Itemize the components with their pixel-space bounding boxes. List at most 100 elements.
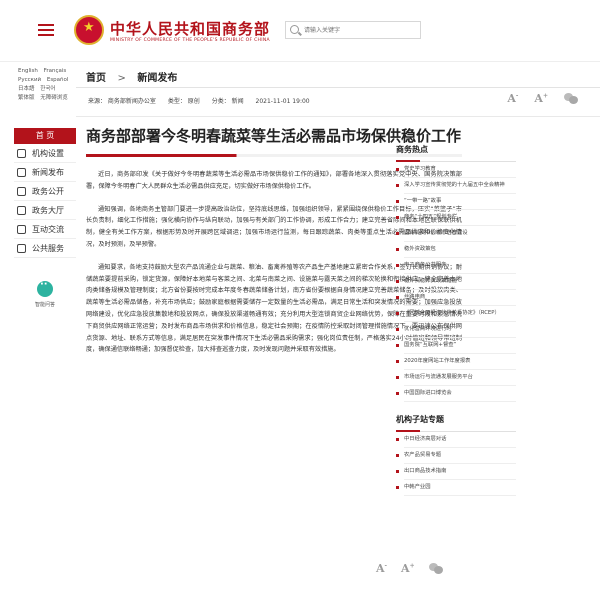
divider [404, 352, 516, 354]
list-item[interactable]: 中韩产业园 [396, 484, 516, 492]
meta-date: 2021-11-01 19:00 [255, 98, 310, 105]
list-item[interactable]: 深入学习宣传贯彻党的十九届五中全会精神 [396, 182, 516, 190]
article-tools: A- A+ [507, 92, 578, 105]
smart-qa[interactable]: 智能问答 [30, 279, 60, 308]
hall-icon [17, 205, 26, 215]
list-item[interactable]: 中日经济高层对话 [396, 436, 516, 444]
breadcrumb-current[interactable]: 新闻发布 [137, 73, 177, 84]
smart-qa-label: 智能问答 [34, 302, 55, 308]
list-item[interactable]: 优化营商环境进行时 [396, 326, 516, 334]
news-icon [17, 167, 26, 177]
lang-spanish[interactable]: Español [47, 76, 69, 85]
font-increase-icon[interactable]: A+ [401, 562, 415, 575]
language-links: English Français Русский Español 日本語 한국어… [18, 67, 78, 103]
divider [404, 494, 516, 496]
main-content: 首页 > 新闻发布 来源： 商务部新闻办公室 类型： 原创 分类： 新闻 202… [76, 62, 600, 590]
list-item[interactable]: 2020年度网站工作年度报表 [396, 358, 516, 366]
wechat-share-icon[interactable] [428, 563, 443, 574]
sidebar-item-label: 新闻发布 [32, 167, 64, 177]
lang-accessible[interactable]: 无障碍浏览 [40, 94, 68, 103]
search-input[interactable] [304, 24, 414, 36]
divider [404, 462, 516, 464]
lang-russian[interactable]: Русский [18, 76, 41, 85]
sidebar-item-gov-open[interactable]: 政务公开 [14, 182, 76, 201]
list-item[interactable]: 国际消费中心城市培育建设 [396, 230, 516, 238]
list-item[interactable]: 党史学习教育 [396, 166, 516, 174]
divider [76, 87, 600, 88]
divider [404, 304, 516, 306]
sidebar-item-hall[interactable]: 政务大厅 [14, 201, 76, 220]
national-emblem-logo[interactable] [74, 15, 104, 45]
sidebar-item-org[interactable]: 机构设置 [14, 144, 76, 163]
list-item[interactable]: 农产品贸易专题 [396, 452, 516, 460]
right-sidebar: 商务热点 党史学习教育 深入学习宣传贯彻党的十九届五中全会精神 “一带一路”故事 商务… [396, 76, 516, 500]
sidebar-item-service[interactable]: 公共服务 [14, 239, 76, 258]
article-tools-bottom: A- A+ [376, 562, 443, 575]
divider [404, 368, 516, 370]
list-item[interactable]: 稳外资政策包 [396, 246, 516, 254]
sidebar-item-chat[interactable]: 互动交流 [14, 220, 76, 239]
hot-topics-list: 党史学习教育 深入学习宣传贯彻党的十九届五中全会精神 “一带一路”故事 商务“十四五”… [396, 166, 516, 402]
sidebar-nav: 首 页 机构设置 新闻发布 政务公开 政务大厅 互动交流 公共服务 [14, 128, 76, 258]
feature-topics-list: 中日经济高层对话 农产品贸易专题 出口商品技术指南 中韩产业园 [396, 436, 516, 496]
hot-topics-title: 商务热点 [396, 145, 428, 154]
site-title[interactable]: 中华人民共和国商务部 [110, 18, 270, 39]
service-icon [17, 243, 26, 253]
breadcrumb-home[interactable]: 首页 [86, 73, 106, 84]
lang-french[interactable]: Français [44, 67, 67, 76]
list-item[interactable]: 丝路电商 [396, 294, 516, 302]
lang-korean[interactable]: 한국어 [40, 85, 55, 94]
divider [76, 116, 600, 117]
list-item[interactable]: 电子商务公共服务 [396, 262, 516, 270]
gov-open-icon [17, 186, 26, 196]
search-box[interactable] [285, 21, 421, 39]
list-item[interactable]: 《区域全面经济伙伴关系协定》（RCEP） [396, 310, 516, 318]
sidebar-item-news[interactable]: 新闻发布 [14, 163, 76, 182]
list-item[interactable]: 中国国际进口博览会 [396, 390, 516, 398]
chevron-right-icon: > [117, 73, 126, 84]
feature-topics-title: 机构子站专题 [396, 414, 444, 424]
divider [404, 446, 516, 448]
divider [404, 208, 516, 210]
divider [404, 320, 516, 322]
divider [404, 224, 516, 226]
font-increase-icon[interactable]: A+ [534, 92, 548, 105]
font-decrease-icon[interactable]: A- [376, 562, 387, 575]
org-icon [17, 148, 26, 158]
list-item[interactable]: 出口商品技术指南 [396, 468, 516, 476]
lang-japanese[interactable]: 日本語 [18, 85, 35, 94]
site-subtitle: MINISTRY OF COMMERCE OF THE PEOPLE'S REP… [110, 38, 270, 43]
sidebar-item-label: 机构设置 [32, 148, 64, 158]
divider [404, 400, 516, 402]
divider [404, 176, 516, 178]
divider [404, 192, 516, 194]
meta-source: 来源： 商务部新闻办公室 [88, 98, 156, 105]
sidebar-item-label: 公共服务 [32, 243, 64, 253]
lang-traditional[interactable]: 繁体版 [18, 94, 35, 103]
wechat-share-icon[interactable] [564, 93, 578, 104]
list-item[interactable]: 稳外贸稳外资政策措施 [396, 278, 516, 286]
divider [404, 478, 516, 480]
divider [404, 288, 516, 290]
list-item[interactable]: “一带一路”故事 [396, 198, 516, 206]
divider [404, 240, 516, 242]
sidebar-item-label: 政务大厅 [32, 205, 64, 215]
list-item[interactable]: 市场运行与流通发展服务平台 [396, 374, 516, 382]
chat-icon [17, 224, 26, 234]
sidebar-item-home[interactable]: 首 页 [14, 128, 76, 144]
breadcrumb: 首页 > 新闻发布 [86, 69, 177, 84]
sidebar-item-label: 互动交流 [32, 224, 64, 234]
article-meta: 来源： 商务部新闻办公室 类型： 原创 分类： 新闻 2021-11-01 19… [88, 96, 320, 105]
sidebar-item-label: 政务公开 [32, 186, 64, 196]
list-item[interactable]: 商务“十四五”规划专栏 [396, 214, 516, 222]
divider [396, 160, 516, 162]
list-item[interactable]: 国务院“互联网+督查” [396, 342, 516, 350]
divider [404, 336, 516, 338]
divider [404, 384, 516, 386]
meta-type: 类型： 原创 [167, 98, 200, 105]
menu-icon[interactable] [38, 24, 54, 36]
meta-category: 分类： 新闻 [211, 98, 244, 105]
search-icon[interactable] [290, 25, 299, 34]
robot-chat-icon[interactable] [37, 279, 53, 297]
lang-english[interactable]: English [18, 67, 38, 76]
